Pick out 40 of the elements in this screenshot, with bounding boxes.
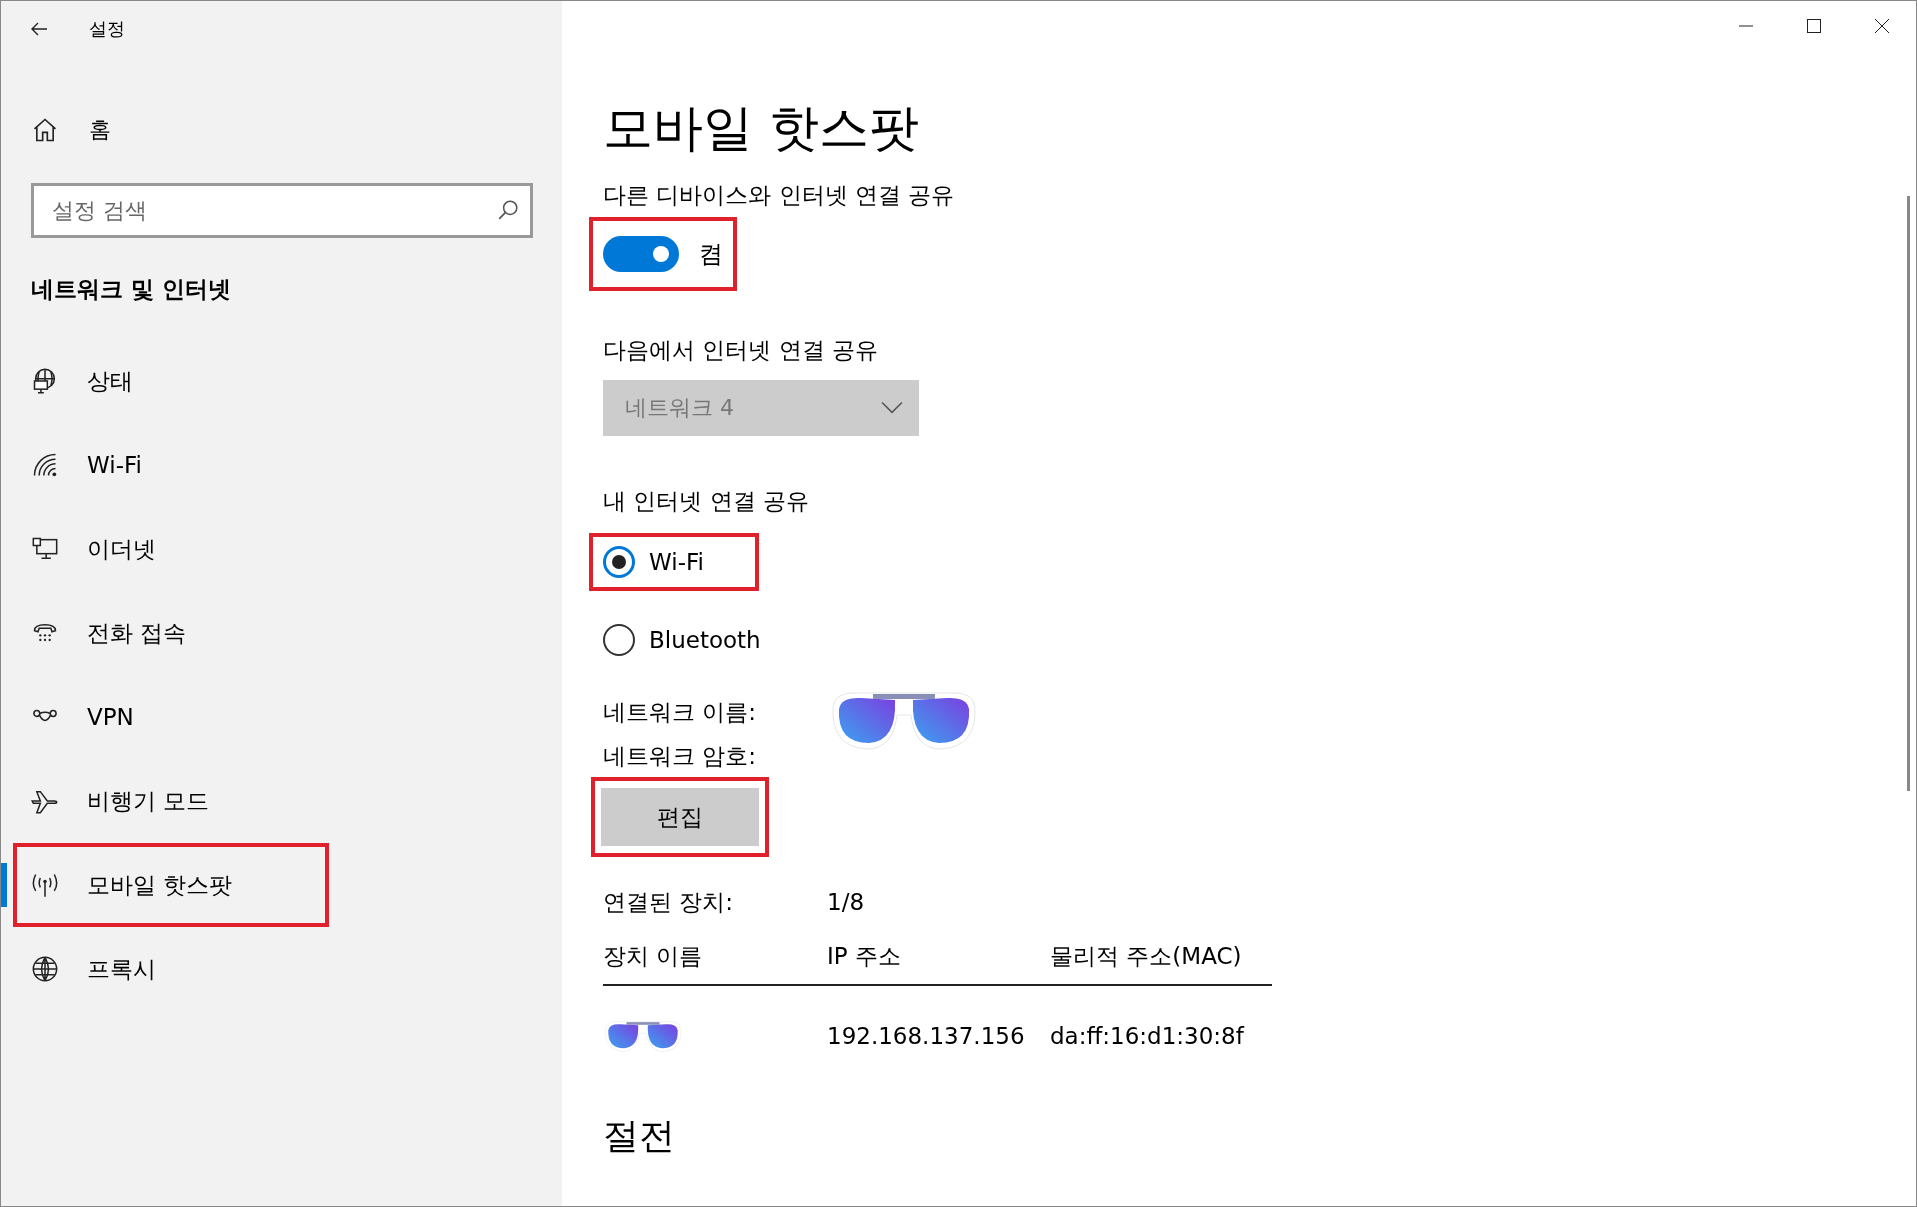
sidebar-item[interactable]: VPN [1, 687, 325, 747]
toggle-state: 켬 [699, 239, 723, 270]
sidebar-item[interactable]: 전화 접속 [1, 603, 325, 663]
field-label: 네트워크 암호: [603, 741, 758, 771]
wifi-icon [31, 451, 59, 479]
table-cell: 192.168.137.156 [827, 1023, 1025, 1049]
radio-option[interactable]: Bluetooth [603, 624, 761, 656]
search-icon [497, 199, 519, 221]
scrollbar[interactable] [1907, 196, 1910, 791]
table-cell: da:ff:16:d1:30:8f [1050, 1023, 1244, 1049]
section-heading: 절전 [603, 1114, 675, 1158]
section-heading: 네트워크 및 인터넷 [31, 275, 232, 304]
sidebar-item[interactable]: 비행기 모드 [1, 771, 325, 831]
radio-button[interactable] [603, 624, 635, 656]
sidebar-item[interactable]: 프록시 [1, 939, 325, 999]
radio-group-label: 내 인터넷 연결 공유 [603, 487, 809, 516]
sidebar-item[interactable]: Wi-Fi [1, 435, 325, 495]
antenna-icon [31, 871, 59, 899]
home-link[interactable]: 홈 [31, 115, 111, 145]
radio-button[interactable] [603, 546, 635, 578]
column-header: IP 주소 [827, 942, 902, 971]
globe-icon [31, 955, 59, 983]
edit-button[interactable]: 편집 [601, 788, 759, 846]
search-field[interactable]: 설정 검색 [31, 183, 533, 238]
column-header: 물리적 주소(MAC) [1050, 942, 1243, 971]
radio-option[interactable]: Wi-Fi [603, 546, 704, 578]
sidebar-item[interactable]: 이더넷 [1, 519, 325, 579]
dropdown-label: 다음에서 인터넷 연결 공유 [603, 336, 878, 365]
home-icon [31, 116, 59, 144]
sidebar-item[interactable]: 상태 [1, 351, 325, 411]
field-label: 네트워크 이름: [603, 697, 758, 727]
device-count: 1/8 [827, 889, 864, 915]
chevron-down-icon [881, 401, 903, 415]
page-title: 모바일 핫스팟 [603, 98, 919, 159]
toggle-label: 다른 디바이스와 인터넷 연결 공유 [603, 181, 955, 210]
column-header: 장치 이름 [603, 942, 704, 971]
toggle-switch[interactable] [603, 236, 679, 272]
sidebar-item[interactable]: 모바일 핫스팟 [1, 855, 325, 915]
window-title: 설정 [89, 17, 125, 41]
field-label: 연결된 장치: [603, 887, 735, 917]
